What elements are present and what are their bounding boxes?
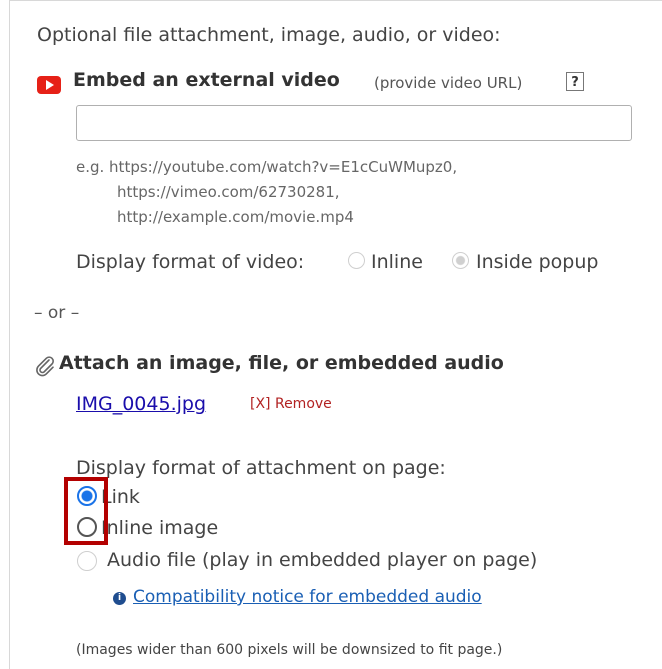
example-url: http://example.com/movie.mp4 (117, 208, 354, 226)
video-url-input[interactable] (76, 105, 632, 141)
attachment-format-audio-radio[interactable] (77, 551, 97, 571)
paperclip-icon (36, 356, 54, 377)
help-button[interactable]: ? (566, 72, 584, 91)
or-separator: – or – (34, 303, 80, 323)
attach-heading: Attach an image, file, or embedded audio (59, 352, 504, 374)
attached-file-link[interactable]: IMG_0045.jpg (76, 393, 206, 415)
example-url: e.g. https://youtube.com/watch?v=E1cCuWM… (76, 158, 458, 176)
embed-video-hint: (provide video URL) (374, 74, 523, 92)
video-format-inline-radio[interactable] (348, 252, 365, 269)
compatibility-notice-link[interactable]: Compatibility notice for embedded audio (133, 587, 482, 607)
youtube-play-icon (37, 76, 61, 94)
example-url: https://vimeo.com/62730281, (117, 183, 340, 201)
image-size-note: (Images wider than 600 pixels will be do… (76, 642, 503, 658)
section-intro: Optional file attachment, image, audio, … (37, 24, 501, 46)
video-format-popup-radio[interactable] (452, 252, 469, 269)
radio-highlight-box (64, 477, 108, 545)
video-format-inline-label: Inline (371, 251, 423, 273)
attachment-format-audio-label: Audio file (play in embedded player on p… (107, 549, 538, 571)
embed-video-heading: Embed an external video (73, 69, 340, 91)
remove-attachment-link[interactable]: [X] Remove (250, 396, 332, 412)
video-format-label: Display format of video: (76, 251, 305, 273)
attachment-format-label: Display format of attachment on page: (76, 457, 446, 479)
attachment-format-inline-label: Inline image (101, 517, 219, 539)
info-icon: i (113, 592, 126, 605)
video-format-popup-label: Inside popup (476, 251, 599, 273)
